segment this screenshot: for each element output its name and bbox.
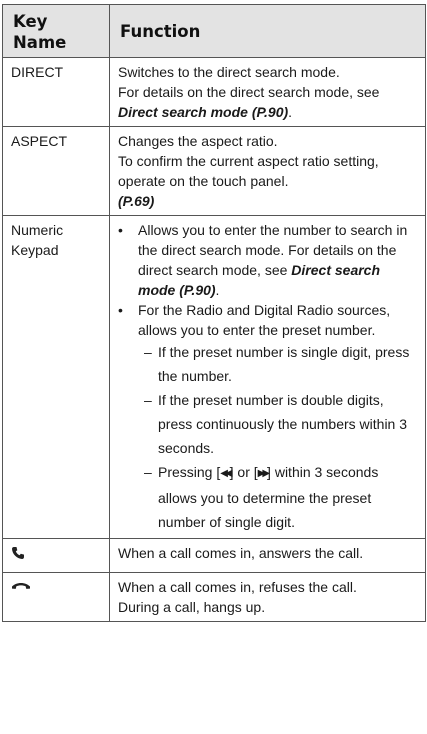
function-text: During a call, hangs up.: [118, 599, 266, 615]
function-text: To confirm the current aspect ratio sett…: [118, 153, 379, 189]
function-text: Switches to the direct search mode.: [118, 64, 340, 80]
bullet-item: Allows you to enter the number to search…: [114, 220, 419, 300]
function-cell: Switches to the direct search mode. For …: [109, 57, 426, 127]
function-cell: Allows you to enter the number to search…: [109, 215, 426, 539]
press-text: ] or [: [229, 464, 258, 480]
sub-item: Pressing [◀◀] or [▶▶] within 3 seconds a…: [138, 460, 419, 534]
table-header-row: Key Name Function: [2, 4, 426, 58]
punctuation: .: [288, 104, 293, 120]
sub-item: If the preset number is single digit, pr…: [138, 340, 419, 388]
header-function: Function: [109, 4, 426, 58]
table-row: ASPECT Changes the aspect ratio. To conf…: [2, 126, 426, 216]
press-text: ]: [267, 464, 275, 480]
sub-list: If the preset number is single digit, pr…: [138, 340, 419, 534]
punctuation: .: [215, 282, 220, 298]
next-track-icon: ▶▶: [257, 468, 271, 479]
bullet-item: For the Radio and Digital Radio sources,…: [114, 300, 419, 534]
key-function-table: Key Name Function DIRECT Switches to the…: [2, 4, 426, 622]
function-text: For details on the direct search mode, s…: [118, 82, 419, 122]
key-icon-cell: [2, 572, 110, 622]
previous-track-icon: ◀◀: [220, 468, 233, 479]
page-reference-link[interactable]: Direct search mode (P.90): [118, 104, 288, 120]
table-row: When a call comes in, refuses the call. …: [2, 572, 426, 622]
function-text: When a call comes in, refuses the call.: [118, 579, 357, 595]
key-name-cell: DIRECT: [2, 57, 110, 127]
function-cell: When a call comes in, answers the call.: [109, 538, 426, 573]
phone-answer-icon: [11, 546, 103, 560]
press-text: Pressing [: [158, 464, 221, 480]
key-icon-cell: [2, 538, 110, 573]
header-key-name: Key Name: [2, 4, 110, 58]
phone-hangup-icon: [11, 580, 103, 592]
function-text-part: For details on the direct search mode, s…: [118, 84, 380, 100]
bullet-text: For the Radio and Digital Radio sources,…: [138, 302, 391, 338]
sub-item: If the preset number is double digits, p…: [138, 388, 419, 460]
key-name-cell: Numeric Keypad: [2, 215, 110, 539]
function-cell: When a call comes in, refuses the call. …: [109, 572, 426, 622]
function-text: Changes the aspect ratio.: [118, 133, 278, 149]
page-reference-link[interactable]: (P.69): [118, 191, 419, 211]
table-row: DIRECT Switches to the direct search mod…: [2, 57, 426, 127]
table-row: When a call comes in, answers the call.: [2, 538, 426, 573]
key-name-cell: ASPECT: [2, 126, 110, 216]
table-row: Numeric Keypad Allows you to enter the n…: [2, 215, 426, 539]
function-cell: Changes the aspect ratio. To confirm the…: [109, 126, 426, 216]
bullet-list: Allows you to enter the number to search…: [114, 220, 419, 534]
